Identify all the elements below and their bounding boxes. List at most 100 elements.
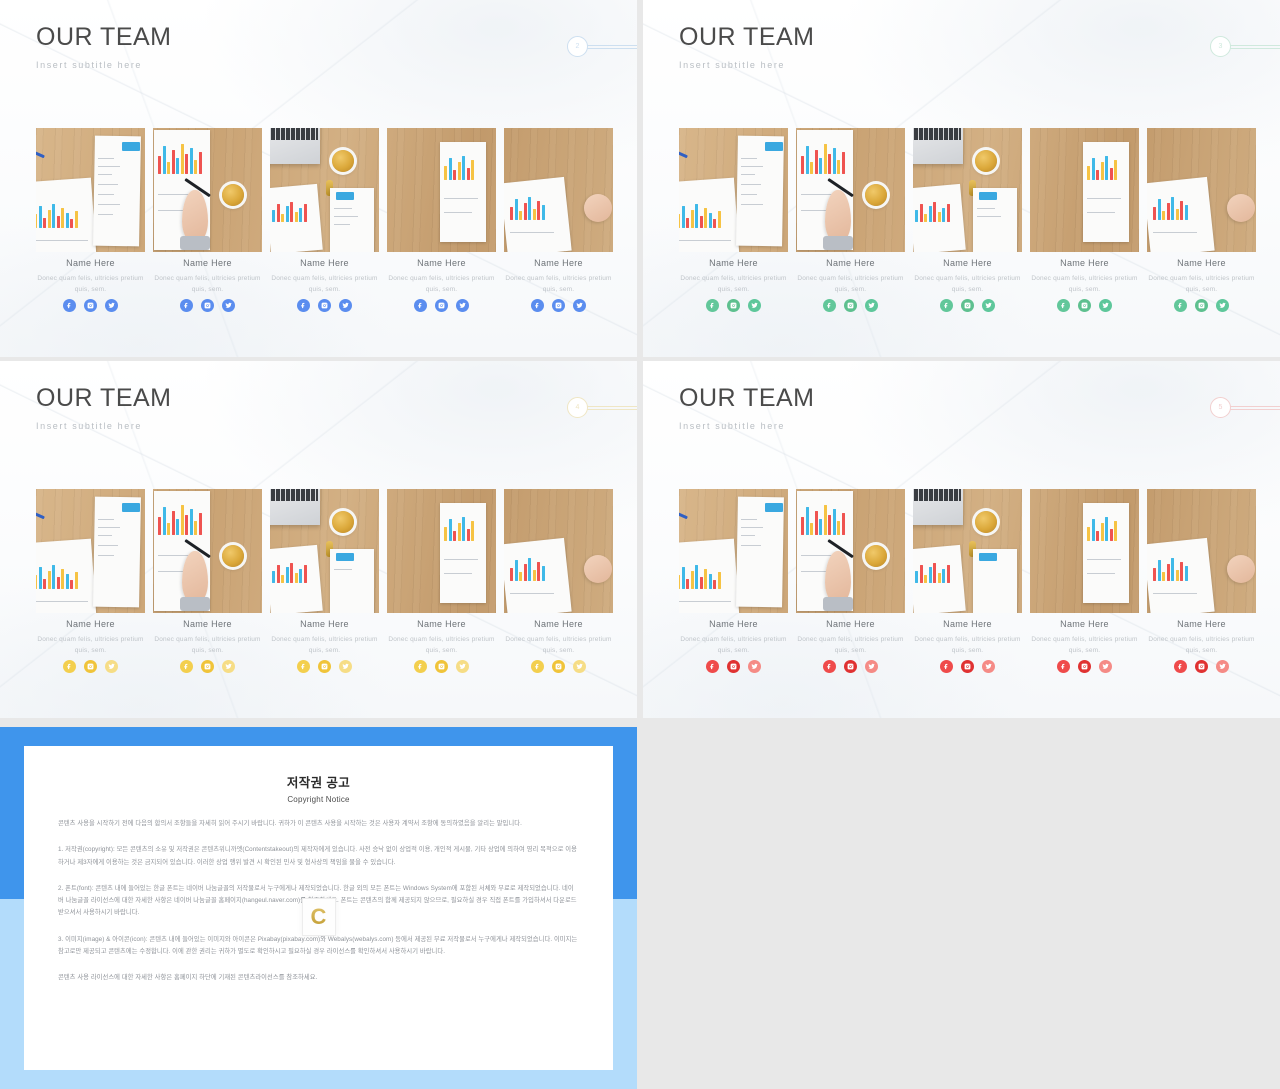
team-member-card[interactable]: Name Here Donec quam felis, ultricies pr…: [1030, 619, 1139, 674]
team-photo[interactable]: [387, 128, 496, 252]
team-member-card[interactable]: Name Here Donec quam felis, ultricies pr…: [913, 619, 1022, 674]
facebook-icon[interactable]: [180, 299, 193, 313]
team-photo[interactable]: [913, 128, 1022, 252]
slide-thumbnail-2[interactable]: OUR TEAM Insert subtitle here 2 Name Her…: [0, 0, 637, 357]
instagram-icon[interactable]: [727, 299, 740, 313]
facebook-icon[interactable]: [940, 660, 953, 674]
team-photo[interactable]: [679, 128, 788, 252]
team-photo[interactable]: [36, 128, 145, 252]
twitter-icon[interactable]: [456, 660, 469, 674]
team-photo[interactable]: [913, 489, 1022, 613]
slide-thumbnail-4[interactable]: OUR TEAM Insert subtitle here 4 Name Her…: [0, 361, 637, 718]
twitter-icon[interactable]: [1216, 660, 1229, 674]
twitter-icon[interactable]: [865, 299, 878, 313]
facebook-icon[interactable]: [414, 299, 427, 313]
instagram-icon[interactable]: [727, 660, 740, 674]
facebook-icon[interactable]: [706, 299, 719, 313]
team-member-card[interactable]: Name Here Donec quam felis, ultricies pr…: [270, 619, 379, 674]
twitter-icon[interactable]: [105, 660, 118, 674]
facebook-icon[interactable]: [180, 660, 193, 674]
team-photo[interactable]: [1147, 489, 1256, 613]
twitter-icon[interactable]: [573, 299, 586, 313]
twitter-icon[interactable]: [456, 299, 469, 313]
team-photo[interactable]: [270, 489, 379, 613]
twitter-icon[interactable]: [865, 660, 878, 674]
instagram-icon[interactable]: [84, 299, 97, 313]
team-photo[interactable]: [1147, 128, 1256, 252]
facebook-icon[interactable]: [823, 299, 836, 313]
instagram-icon[interactable]: [201, 299, 214, 313]
team-member-card[interactable]: Name Here Donec quam felis, ultricies pr…: [1147, 619, 1256, 674]
facebook-icon[interactable]: [63, 660, 76, 674]
team-member-card[interactable]: Name Here Donec quam felis, ultricies pr…: [504, 258, 613, 313]
instagram-icon[interactable]: [318, 660, 331, 674]
instagram-icon[interactable]: [1195, 299, 1208, 313]
facebook-icon[interactable]: [531, 299, 544, 313]
instagram-icon[interactable]: [201, 660, 214, 674]
team-photo[interactable]: [1030, 489, 1139, 613]
facebook-icon[interactable]: [1057, 660, 1070, 674]
team-member-card[interactable]: Name Here Donec quam felis, ultricies pr…: [387, 619, 496, 674]
facebook-icon[interactable]: [940, 299, 953, 313]
team-photo[interactable]: [504, 489, 613, 613]
team-member-card[interactable]: Name Here Donec quam felis, ultricies pr…: [504, 619, 613, 674]
twitter-icon[interactable]: [982, 299, 995, 313]
team-photo[interactable]: [153, 128, 262, 252]
twitter-icon[interactable]: [222, 299, 235, 313]
team-member-card[interactable]: Name Here Donec quam felis, ultricies pr…: [679, 258, 788, 313]
instagram-icon[interactable]: [1195, 660, 1208, 674]
facebook-icon[interactable]: [63, 299, 76, 313]
team-photo[interactable]: [504, 128, 613, 252]
team-photo[interactable]: [1030, 128, 1139, 252]
team-photo[interactable]: [679, 489, 788, 613]
twitter-icon[interactable]: [1099, 660, 1112, 674]
team-member-card[interactable]: Name Here Donec quam felis, ultricies pr…: [796, 619, 905, 674]
copyright-slide[interactable]: 저작권 공고 Copyright Notice 콘텐츠 사용을 시작하기 전에 …: [0, 727, 637, 1089]
team-member-card[interactable]: Name Here Donec quam felis, ultricies pr…: [153, 258, 262, 313]
twitter-icon[interactable]: [573, 660, 586, 674]
instagram-icon[interactable]: [552, 299, 565, 313]
team-member-card[interactable]: Name Here Donec quam felis, ultricies pr…: [1147, 258, 1256, 313]
instagram-icon[interactable]: [435, 660, 448, 674]
facebook-icon[interactable]: [1174, 299, 1187, 313]
slide-thumbnail-3[interactable]: OUR TEAM Insert subtitle here 3 Name Her…: [643, 0, 1280, 357]
instagram-icon[interactable]: [1078, 299, 1091, 313]
facebook-icon[interactable]: [414, 660, 427, 674]
instagram-icon[interactable]: [552, 660, 565, 674]
team-member-card[interactable]: Name Here Donec quam felis, ultricies pr…: [1030, 258, 1139, 313]
twitter-icon[interactable]: [748, 660, 761, 674]
team-photo[interactable]: [796, 128, 905, 252]
twitter-icon[interactable]: [748, 299, 761, 313]
instagram-icon[interactable]: [961, 299, 974, 313]
facebook-icon[interactable]: [823, 660, 836, 674]
twitter-icon[interactable]: [339, 660, 352, 674]
instagram-icon[interactable]: [1078, 660, 1091, 674]
team-member-card[interactable]: Name Here Donec quam felis, ultricies pr…: [387, 258, 496, 313]
facebook-icon[interactable]: [1174, 660, 1187, 674]
twitter-icon[interactable]: [222, 660, 235, 674]
twitter-icon[interactable]: [1099, 299, 1112, 313]
instagram-icon[interactable]: [318, 299, 331, 313]
team-photo[interactable]: [387, 489, 496, 613]
facebook-icon[interactable]: [706, 660, 719, 674]
instagram-icon[interactable]: [435, 299, 448, 313]
instagram-icon[interactable]: [961, 660, 974, 674]
slide-thumbnail-5[interactable]: OUR TEAM Insert subtitle here 5 Name Her…: [643, 361, 1280, 718]
team-member-card[interactable]: Name Here Donec quam felis, ultricies pr…: [36, 258, 145, 313]
twitter-icon[interactable]: [339, 299, 352, 313]
twitter-icon[interactable]: [1216, 299, 1229, 313]
facebook-icon[interactable]: [531, 660, 544, 674]
team-photo[interactable]: [796, 489, 905, 613]
team-member-card[interactable]: Name Here Donec quam felis, ultricies pr…: [36, 619, 145, 674]
team-photo[interactable]: [270, 128, 379, 252]
instagram-icon[interactable]: [844, 299, 857, 313]
twitter-icon[interactable]: [982, 660, 995, 674]
team-member-card[interactable]: Name Here Donec quam felis, ultricies pr…: [913, 258, 1022, 313]
team-member-card[interactable]: Name Here Donec quam felis, ultricies pr…: [153, 619, 262, 674]
facebook-icon[interactable]: [297, 299, 310, 313]
team-photo[interactable]: [36, 489, 145, 613]
facebook-icon[interactable]: [297, 660, 310, 674]
team-member-card[interactable]: Name Here Donec quam felis, ultricies pr…: [270, 258, 379, 313]
facebook-icon[interactable]: [1057, 299, 1070, 313]
twitter-icon[interactable]: [105, 299, 118, 313]
